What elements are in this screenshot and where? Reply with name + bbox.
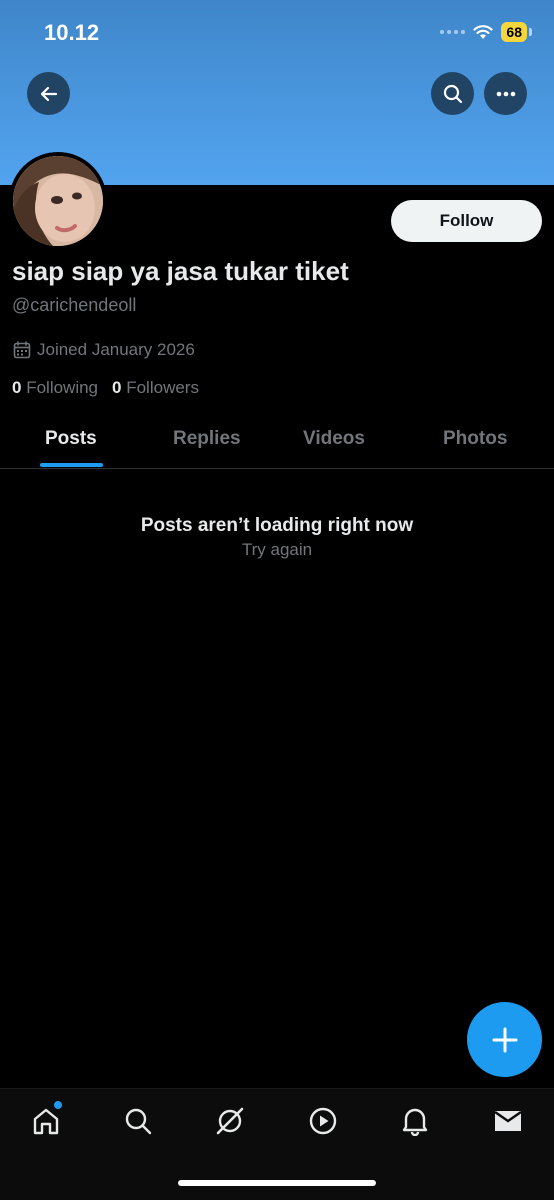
nav-grok[interactable] — [214, 1105, 246, 1137]
tab-videos[interactable]: Videos — [303, 428, 365, 450]
more-horizontal-icon — [496, 91, 515, 96]
status-time: 10.12 — [44, 20, 100, 45]
avatar-photo — [13, 156, 103, 246]
nav-video[interactable] — [307, 1105, 339, 1137]
display-name: siap siap ya jasa tukar tiket — [12, 256, 349, 286]
tab-posts[interactable]: Posts — [45, 428, 97, 450]
compose-button[interactable] — [467, 1002, 542, 1077]
joined-text: Joined January 2026 — [37, 340, 195, 359]
home-indicator — [178, 1180, 376, 1186]
search-icon — [125, 1108, 152, 1135]
tab-replies[interactable]: Replies — [173, 428, 241, 450]
calendar-icon — [13, 341, 31, 359]
signal-icon — [440, 30, 466, 34]
nav-home[interactable] — [30, 1101, 62, 1137]
followers-label: Followers — [126, 378, 199, 397]
empty-state-title: Posts aren’t loading right now — [140, 515, 414, 536]
home-icon — [33, 1108, 59, 1135]
follow-stats: 0 Following 0 Followers — [12, 378, 199, 398]
search-button[interactable] — [431, 72, 474, 115]
battery-cap — [529, 28, 532, 36]
arrow-left-icon — [40, 86, 57, 101]
nav-search[interactable] — [122, 1105, 154, 1137]
mail-icon — [494, 1111, 522, 1131]
follow-button[interactable]: Follow — [391, 200, 542, 242]
tab-active-indicator — [40, 463, 103, 467]
search-icon — [443, 84, 462, 103]
wifi-icon — [473, 25, 494, 39]
home-notification-dot — [54, 1101, 62, 1109]
bell-icon — [402, 1108, 428, 1136]
nav-messages[interactable] — [492, 1105, 524, 1137]
nav-notifications[interactable] — [399, 1105, 431, 1137]
joined-date: Joined January 2026 — [13, 340, 195, 360]
following-link[interactable]: 0 Following — [12, 378, 98, 398]
profile-tabs: Posts Replies Videos Photos — [0, 410, 554, 469]
avatar[interactable] — [9, 152, 107, 250]
play-icon — [309, 1107, 337, 1135]
try-again-link[interactable]: Try again — [0, 540, 554, 560]
followers-count: 0 — [112, 378, 122, 397]
status-icons: 68 — [440, 22, 532, 42]
following-label: Following — [26, 378, 99, 397]
user-handle: @carichendeoll — [12, 295, 137, 315]
grok-icon — [216, 1107, 244, 1135]
plus-icon — [492, 1027, 517, 1052]
battery-level: 68 — [501, 22, 527, 42]
followers-link[interactable]: 0 Followers — [112, 378, 199, 398]
back-button[interactable] — [27, 72, 70, 115]
more-button[interactable] — [484, 72, 527, 115]
tab-photos[interactable]: Photos — [443, 428, 507, 450]
following-count: 0 — [12, 378, 22, 397]
